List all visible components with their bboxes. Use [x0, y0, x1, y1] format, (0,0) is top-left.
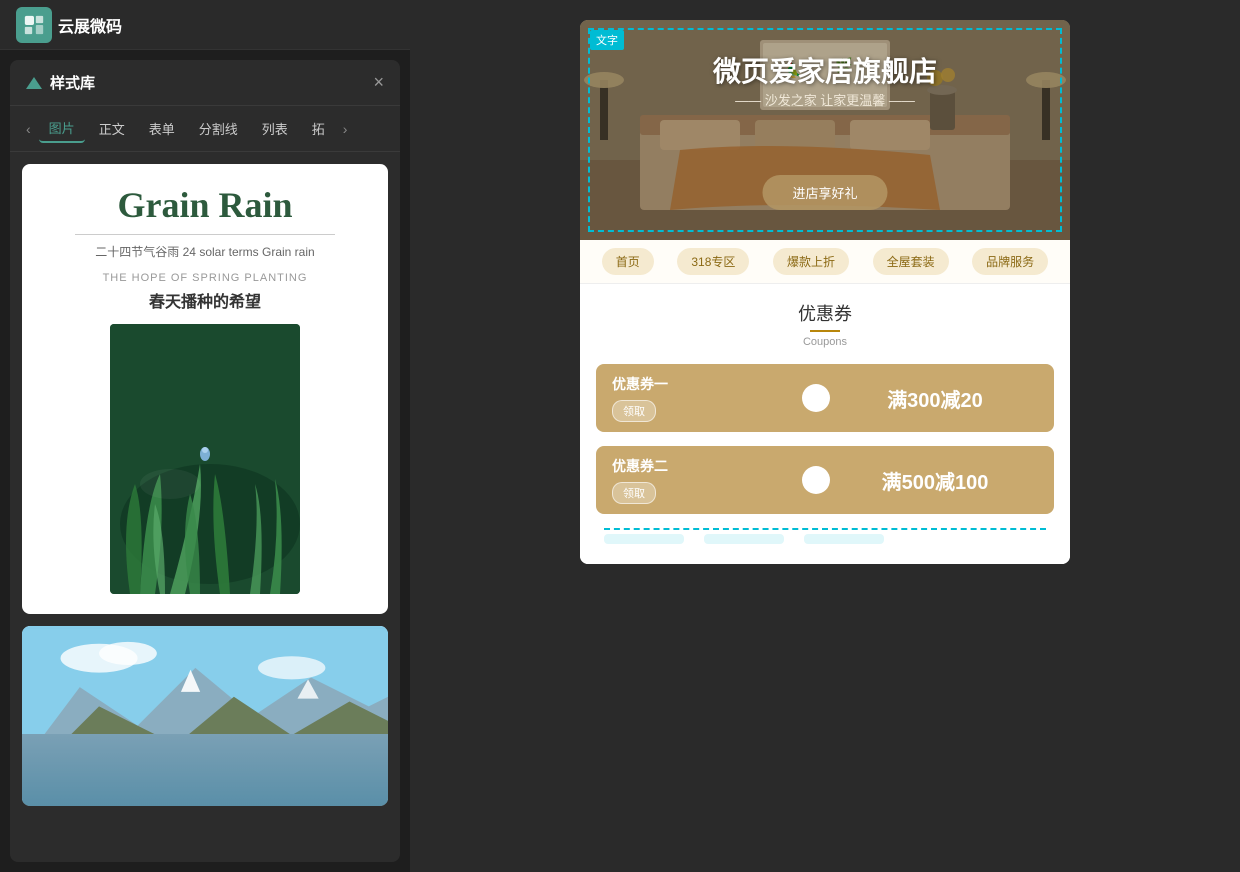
coupon1-name: 优惠券一	[612, 374, 800, 394]
dashed-item-1	[604, 534, 684, 544]
tab-prev-arrow[interactable]: ‹	[22, 119, 35, 139]
logo-text: 云展微码	[58, 13, 122, 37]
coupon1-left: 优惠券一 领取	[596, 364, 816, 432]
grain-rain-title: Grain Rain	[42, 184, 368, 226]
coupon2-right: 满500减100	[816, 446, 1054, 514]
coupon2-value: 满500减100	[882, 466, 989, 495]
tab-divider[interactable]: 分割线	[189, 115, 248, 142]
close-button[interactable]: ×	[373, 72, 384, 93]
tab-extend[interactable]: 拓	[302, 115, 335, 142]
tab-form[interactable]: 表单	[139, 115, 185, 142]
coupon2-left: 优惠券二 领取	[596, 446, 816, 514]
grain-rain-chinese: 春天播种的希望	[42, 288, 368, 312]
mountain-image	[22, 626, 388, 806]
grain-rain-image	[110, 324, 300, 594]
grain-rain-content: Grain Rain 二十四节气谷雨 24 solar terms Grain …	[42, 184, 368, 594]
grain-rain-english: THE HOPE OF SPRING PLANTING	[42, 272, 368, 284]
tab-image[interactable]: 图片	[39, 114, 85, 143]
cards-container: Grain Rain 二十四节气谷雨 24 solar terms Grain …	[10, 152, 400, 862]
panel-triangle-icon	[26, 77, 42, 89]
right-panel: 🦜 🌿 文字 微页爱家居旗舰店 —— 沙发之家 让家更温馨 —— 进店享好礼 首	[410, 0, 1240, 872]
nav-tab-full[interactable]: 全屋套装	[873, 248, 949, 275]
coupon-row-2: 优惠券二 领取 满500减100	[596, 446, 1054, 514]
coupon2-name: 优惠券二	[612, 456, 800, 476]
coupon1-button[interactable]: 领取	[612, 400, 656, 422]
styles-panel: 样式库 × ‹ 图片 正文 表单 分割线 列表 拓 › Grain Rain 二…	[10, 60, 400, 862]
logo-icon	[16, 7, 52, 43]
left-panel: 云展微码 样式库 × ‹ 图片 正文 表单 分割线 列表 拓 ›	[0, 0, 410, 872]
mountain-card[interactable]	[22, 626, 388, 806]
coupons-section: 优惠券 Coupons 优惠券一 领取 满300减20 优惠券二 领取	[580, 284, 1070, 564]
grain-rain-card[interactable]: Grain Rain 二十四节气谷雨 24 solar terms Grain …	[22, 164, 388, 614]
hero-title: 微页爱家居旗舰店	[580, 50, 1070, 90]
grain-rain-divider	[75, 234, 336, 235]
dashed-item-3	[804, 534, 884, 544]
coupons-title-en: Coupons	[596, 336, 1054, 348]
coupon-row-1: 优惠券一 领取 满300减20	[596, 364, 1054, 432]
nav-tabs: 首页 318专区 爆款上折 全屋套装 品牌服务	[580, 240, 1070, 284]
hero-banner: 🦜 🌿 文字 微页爱家居旗舰店 —— 沙发之家 让家更温馨 —— 进店享好礼	[580, 20, 1070, 240]
nav-tab-brand[interactable]: 品牌服务	[972, 248, 1048, 275]
tab-list[interactable]: 列表	[252, 115, 298, 142]
panel-title-area: 样式库	[26, 72, 95, 93]
hero-button[interactable]: 进店享好礼	[762, 175, 887, 210]
panel-title: 样式库	[50, 72, 95, 93]
tab-nav: ‹ 图片 正文 表单 分割线 列表 拓 ›	[10, 106, 400, 152]
tab-text[interactable]: 正文	[89, 115, 135, 142]
tab-next-arrow[interactable]: ›	[339, 119, 352, 139]
coupon2-button[interactable]: 领取	[612, 482, 656, 504]
bottom-dashed	[604, 528, 1046, 548]
preview-phone: 🦜 🌿 文字 微页爱家居旗舰店 —— 沙发之家 让家更温馨 —— 进店享好礼 首	[580, 20, 1070, 564]
nav-tab-318[interactable]: 318专区	[677, 248, 749, 275]
logo-area: 云展微码	[16, 7, 122, 43]
hero-subtitle: —— 沙发之家 让家更温馨 ——	[580, 90, 1070, 109]
top-bar: 云展微码	[0, 0, 410, 50]
coupon1-value: 满300减20	[887, 384, 983, 413]
nav-tab-deals[interactable]: 爆款上折	[773, 248, 849, 275]
nav-tab-home[interactable]: 首页	[602, 248, 654, 275]
coupons-title: 优惠券	[596, 300, 1054, 326]
dashed-item-2	[704, 534, 784, 544]
coupon1-right: 满300减20	[816, 364, 1054, 432]
grain-rain-subtitle: 二十四节气谷雨 24 solar terms Grain rain	[42, 243, 368, 260]
panel-header: 样式库 ×	[10, 60, 400, 106]
